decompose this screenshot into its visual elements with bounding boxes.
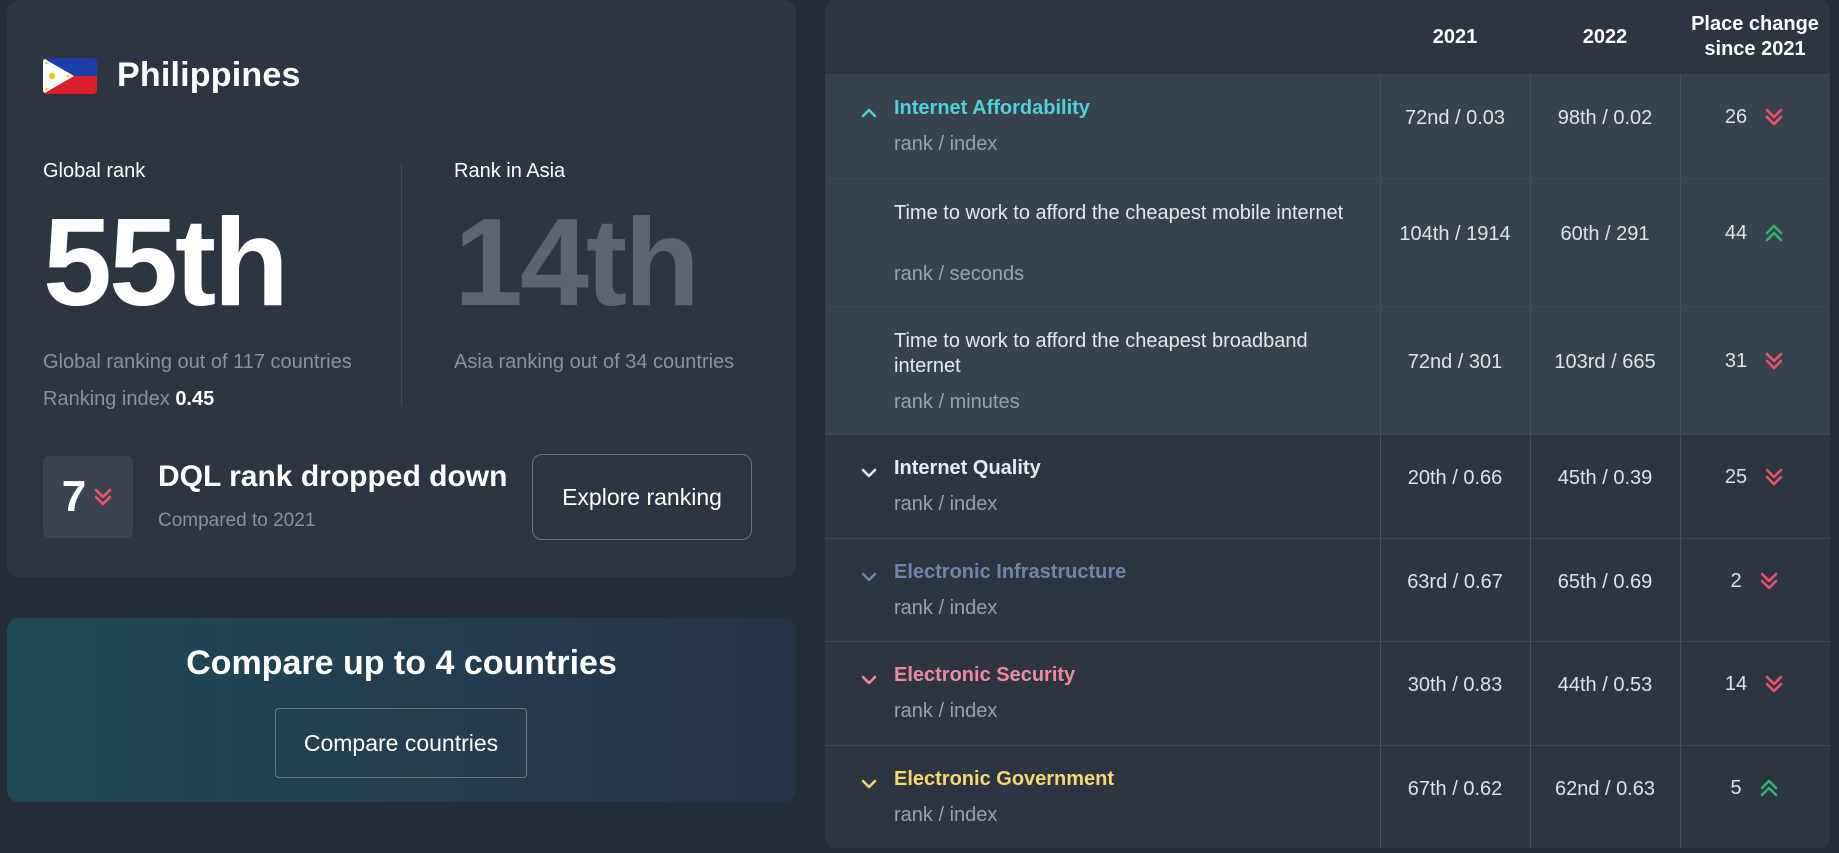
place-change: 31	[1680, 349, 1830, 373]
place-change-value: 25	[1724, 465, 1748, 488]
explore-ranking-button[interactable]: Explore ranking	[532, 454, 752, 540]
global-rank-block: Global rank 55th Global ranking out of 1…	[43, 160, 352, 411]
rank-change-subtitle: Compared to 2021	[158, 510, 316, 531]
double-chevron-down-icon	[1765, 675, 1783, 693]
unit-label: rank / index	[894, 700, 998, 722]
value-2022: 98th / 0.02	[1557, 107, 1653, 129]
column-header-2022: 2022	[1582, 25, 1628, 48]
double-chevron-up-icon	[1760, 779, 1777, 797]
chevron-down-icon[interactable]	[859, 670, 879, 690]
asia-rank-description: Asia ranking out of 34 countries	[454, 351, 735, 373]
global-rank-label: Global rank	[43, 160, 146, 182]
asia-rank-label: Rank in Asia	[454, 160, 566, 182]
double-chevron-up-icon	[1765, 224, 1783, 242]
rank-change-title: DQL rank dropped down	[158, 460, 508, 493]
country-name: Philippines	[117, 56, 301, 94]
table-row[interactable]: Electronic Security rank / index 30th / 0.…	[825, 641, 1830, 745]
country-summary-card: Philippines Global rank 55th Global rank…	[7, 0, 796, 577]
category-title[interactable]: Internet Quality	[894, 457, 1041, 480]
rank-change-value: 7	[61, 472, 87, 521]
chevron-down-icon[interactable]	[859, 567, 879, 587]
unit-label: rank / index	[894, 493, 998, 515]
chevron-up-icon[interactable]	[859, 103, 879, 123]
value-2022: 62nd / 0.63	[1554, 778, 1656, 800]
double-chevron-down-icon	[94, 488, 112, 506]
ranking-index-label: Ranking index	[43, 388, 170, 410]
column-header-2021: 2021	[1432, 25, 1478, 48]
unit-label: rank / index	[894, 804, 998, 826]
category-title[interactable]: Electronic Security	[894, 664, 1075, 687]
country-header: Philippines	[43, 56, 301, 95]
double-chevron-down-icon	[1765, 108, 1783, 126]
category-title[interactable]: Electronic Infrastructure	[894, 561, 1126, 584]
value-2022: 65th / 0.69	[1557, 571, 1653, 593]
double-chevron-down-icon	[1760, 572, 1777, 590]
ranking-index: Ranking index 0.45	[43, 388, 352, 411]
unit-label: rank / minutes	[894, 391, 1020, 413]
place-change: 44	[1680, 221, 1830, 245]
asia-rank-value: 14th	[454, 194, 700, 332]
indicator-title: Time to work to afford the cheapest broa…	[894, 330, 1308, 377]
value-2021: 67th / 0.62	[1407, 778, 1503, 800]
table-row: Time to work to afford the cheapest mobi…	[825, 178, 1830, 306]
place-change: 2	[1680, 569, 1830, 593]
global-rank-description: Global ranking out of 117 countries	[43, 351, 352, 373]
value-2021: 30th / 0.83	[1407, 674, 1503, 696]
place-change-value: 14	[1724, 672, 1748, 695]
value-2022: 103rd / 665	[1554, 351, 1656, 373]
value-2022: 45th / 0.39	[1557, 467, 1653, 489]
chevron-down-icon[interactable]	[859, 463, 879, 483]
philippines-flag-icon	[43, 57, 97, 94]
value-2022: 44th / 0.53	[1557, 674, 1653, 696]
ranking-index-value: 0.45	[175, 388, 215, 410]
table-row[interactable]: Internet Affordability rank / index 72nd /…	[825, 74, 1830, 178]
value-2021: 72nd / 0.03	[1404, 107, 1506, 129]
value-2022: 60th / 291	[1560, 223, 1650, 245]
unit-label: rank / index	[894, 597, 998, 619]
value-2021: 104th / 1914	[1399, 223, 1511, 245]
place-change-header-label: Place change since 2021	[1691, 13, 1819, 60]
column-header-place-change: Place change since 2021	[1680, 0, 1830, 74]
category-title[interactable]: Internet Affordability	[894, 97, 1090, 120]
value-2021: 72nd / 301	[1407, 351, 1503, 373]
unit-label: rank / index	[894, 133, 998, 155]
value-2021: 20th / 0.66	[1407, 467, 1503, 489]
rank-change-badge: 7	[43, 456, 133, 538]
compare-countries-card: Compare up to 4 countries Compare countr…	[7, 618, 796, 802]
asia-rank-block: Rank in Asia 14th Asia ranking out of 34…	[454, 160, 734, 374]
ranking-table: 2021 2022 Place change since 2021 Intern…	[825, 0, 1830, 848]
table-header: 2021 2022 Place change since 2021	[825, 0, 1830, 74]
place-change: 25	[1680, 465, 1830, 489]
place-change: 5	[1680, 776, 1830, 800]
place-change: 14	[1680, 672, 1830, 696]
table-row[interactable]: Electronic Government rank / index 67th / …	[825, 745, 1830, 848]
chevron-down-icon[interactable]	[859, 774, 879, 794]
compare-countries-button[interactable]: Compare countries	[275, 708, 527, 778]
place-change-value: 5	[1730, 776, 1742, 799]
place-change-value: 31	[1724, 349, 1748, 372]
value-2021: 63rd / 0.67	[1407, 571, 1503, 593]
table-row: Time to work to afford the cheapest broa…	[825, 306, 1830, 434]
place-change-value: 26	[1724, 105, 1748, 128]
rank-divider	[401, 163, 402, 406]
global-rank-value: 55th	[43, 194, 289, 332]
double-chevron-down-icon	[1765, 468, 1783, 486]
place-change-value: 2	[1730, 569, 1742, 592]
place-change: 26	[1680, 105, 1830, 129]
place-change-value: 44	[1724, 221, 1748, 244]
double-chevron-down-icon	[1765, 352, 1783, 370]
table-row[interactable]: Internet Quality rank / index 20th / 0.66 4…	[825, 434, 1830, 538]
category-title[interactable]: Electronic Government	[894, 768, 1114, 791]
unit-label: rank / seconds	[894, 263, 1025, 285]
indicator-title: Time to work to afford the cheapest mobi…	[894, 202, 1344, 224]
table-row[interactable]: Electronic Infrastructure rank / index 63r…	[825, 538, 1830, 641]
compare-title: Compare up to 4 countries	[186, 644, 617, 682]
